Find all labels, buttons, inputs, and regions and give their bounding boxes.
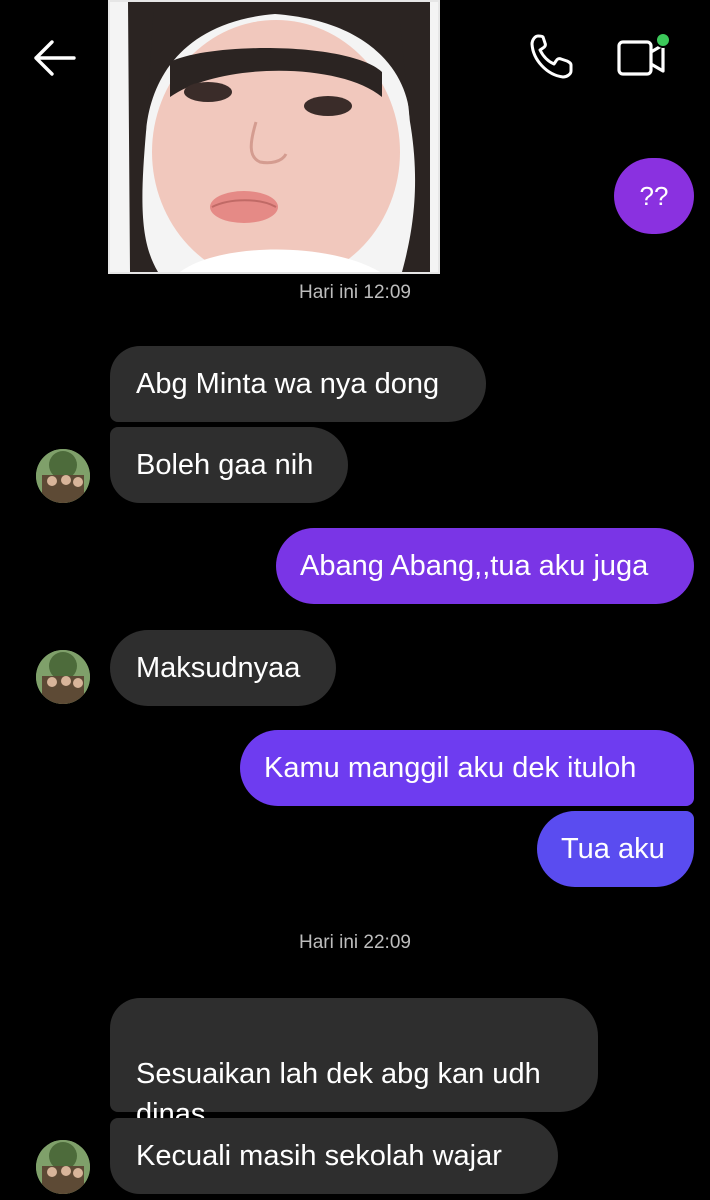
contact-avatar[interactable] [36, 449, 90, 503]
avatar-image [36, 449, 90, 503]
message-timestamp: Hari ini 22:09 [299, 932, 411, 953]
contact-avatar[interactable] [36, 1140, 90, 1194]
arrow-left-icon [34, 40, 76, 76]
contact-avatar[interactable] [36, 650, 90, 704]
message-bubble-incoming[interactable]: Maksudnyaa [110, 630, 336, 706]
message-text: Tua aku [561, 833, 665, 865]
message-bubble-outgoing[interactable]: Tua aku [537, 811, 694, 887]
message-text: Abg Minta wa nya dong [136, 368, 440, 400]
avatar-image [36, 1140, 90, 1194]
message-bubble-incoming[interactable]: Boleh gaa nih [110, 427, 348, 503]
message-bubble-incoming[interactable]: Sesuaikan lah dek abg kan udh dinas [110, 998, 598, 1130]
message-bubble-outgoing[interactable]: ?? [614, 158, 694, 234]
message-text: Abang Abang,,tua aku juga [300, 550, 649, 582]
message-bubble-incoming[interactable]: Kecuali masih sekolah wajar [110, 1118, 558, 1194]
message-timestamp: Hari ini 12:09 [299, 282, 411, 303]
message-text: Kamu manggil aku dek ituloh [264, 752, 637, 784]
phone-icon [530, 34, 573, 79]
message-text: Kecuali masih sekolah wajar [136, 1140, 502, 1172]
message-bubble-incoming[interactable]: Abg Minta wa nya dong [110, 346, 486, 422]
photo-of-child [110, 2, 438, 272]
message-text: Boleh gaa nih [136, 449, 314, 481]
online-indicator [655, 32, 671, 48]
video-camera-icon [617, 32, 671, 76]
back-button[interactable] [24, 30, 84, 86]
avatar-image [36, 650, 90, 704]
voice-call-button[interactable] [520, 26, 584, 86]
message-text: Maksudnyaa [136, 652, 301, 684]
shared-photo[interactable] [108, 0, 440, 274]
message-bubble-outgoing[interactable]: Abang Abang,,tua aku juga [276, 528, 694, 604]
message-bubble-outgoing[interactable]: Kamu manggil aku dek ituloh [240, 730, 694, 806]
video-call-button[interactable] [610, 24, 680, 86]
message-text: ?? [639, 181, 669, 211]
